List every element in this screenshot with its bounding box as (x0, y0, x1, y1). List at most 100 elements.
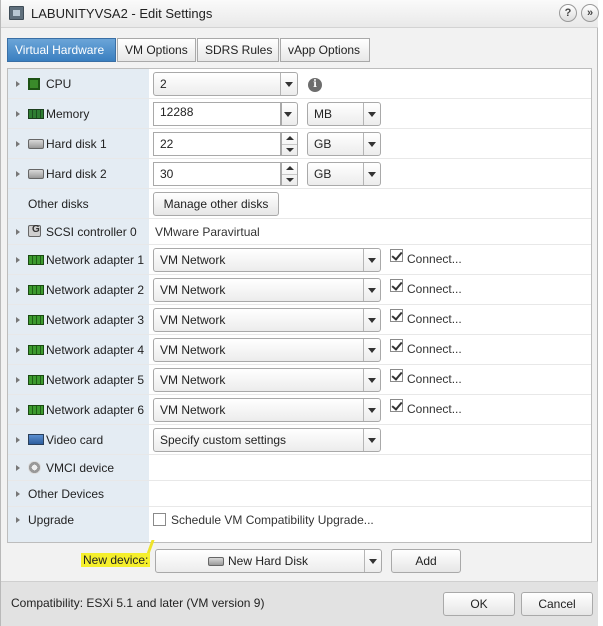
expand-arrow-icon[interactable] (16, 171, 20, 177)
video-card-row: Video card Specify custom settings (8, 425, 591, 455)
connect-checkbox[interactable] (390, 369, 403, 382)
chevron-down-icon (363, 369, 380, 391)
expand-arrow-icon[interactable] (16, 407, 20, 413)
network-adapter-label: Network adapter 6 (46, 403, 145, 417)
expand-arrow-icon[interactable] (16, 347, 20, 353)
expand-arrow-icon[interactable] (16, 229, 20, 235)
hard-disk-1-unit-select[interactable]: GB (307, 132, 381, 156)
hard-disk-1-stepper[interactable] (281, 132, 298, 156)
connect-label: Connect... (407, 312, 462, 326)
connect-checkbox[interactable] (390, 399, 403, 412)
expand-button[interactable]: » (581, 4, 599, 22)
cancel-button[interactable]: Cancel (521, 592, 593, 616)
network-adapter-label: Network adapter 1 (46, 253, 145, 267)
expand-arrow-icon[interactable] (16, 81, 20, 87)
video-card-label: Video card (46, 433, 104, 447)
cpu-row: CPU 2 i (8, 69, 591, 99)
expand-arrow-icon[interactable] (16, 517, 20, 523)
expand-arrow-icon[interactable] (16, 437, 20, 443)
memory-input[interactable]: 12288 (153, 102, 281, 126)
upgrade-row: Upgrade Schedule VM Compatibility Upgrad… (8, 507, 591, 533)
memory-unit-select[interactable]: MB (307, 102, 381, 126)
spin-down-icon[interactable] (286, 148, 294, 152)
vm-icon (9, 6, 24, 20)
expand-arrow-icon[interactable] (16, 317, 20, 323)
cpu-label: CPU (46, 77, 72, 91)
video-card-select[interactable]: Specify custom settings (153, 428, 381, 452)
connect-label: Connect... (407, 282, 462, 296)
tab-virtual-hardware[interactable]: Virtual Hardware (7, 38, 116, 62)
help-button[interactable]: ? (559, 4, 577, 22)
spin-up-icon[interactable] (286, 166, 294, 170)
chevron-down-icon (280, 103, 297, 125)
expand-arrow-icon[interactable] (16, 377, 20, 383)
network-select[interactable]: VM Network (153, 248, 381, 272)
upgrade-label: Upgrade (28, 513, 75, 527)
schedule-upgrade-checkbox[interactable] (153, 513, 166, 526)
scsi-controller-label: SCSI controller 0 (46, 225, 137, 239)
chevron-down-icon (363, 279, 380, 301)
chevron-down-icon (363, 399, 380, 421)
tab-sdrs-rules[interactable]: SDRS Rules (197, 38, 279, 62)
hard-disk-2-unit-select[interactable]: GB (307, 162, 381, 186)
schedule-upgrade-label: Schedule VM Compatibility Upgrade... (171, 513, 374, 527)
connect-checkbox[interactable] (390, 249, 403, 262)
hard-disk-icon (28, 169, 44, 179)
connect-label: Connect... (407, 402, 462, 416)
chevron-down-icon (363, 133, 380, 155)
expand-arrow-icon[interactable] (16, 111, 20, 117)
hard-disk-2-stepper[interactable] (281, 162, 298, 186)
tab-vapp-options[interactable]: vApp Options (280, 38, 370, 62)
chevron-down-icon (363, 309, 380, 331)
network-adapter-icon (28, 285, 44, 295)
spin-down-icon[interactable] (286, 178, 294, 182)
spin-up-icon[interactable] (286, 136, 294, 140)
network-select[interactable]: VM Network (153, 338, 381, 362)
memory-row: Memory 12288 MB (8, 99, 591, 129)
network-adapter-label: Network adapter 5 (46, 373, 145, 387)
expand-arrow-icon[interactable] (16, 257, 20, 263)
hard-disk-icon (208, 557, 224, 566)
memory-dropdown[interactable] (281, 102, 298, 126)
network-adapter-icon (28, 255, 44, 265)
scsi-controller-value: VMware Paravirtual (155, 225, 260, 239)
cpu-select[interactable]: 2 (153, 72, 298, 96)
tab-vm-options[interactable]: VM Options (117, 38, 196, 62)
network-adapter-icon (28, 315, 44, 325)
network-select[interactable]: VM Network (153, 278, 381, 302)
expand-arrow-icon[interactable] (16, 491, 20, 497)
other-devices-row: Other Devices (8, 481, 591, 507)
connect-label: Connect... (407, 342, 462, 356)
hard-disk-2-size-input[interactable]: 30 (153, 162, 281, 186)
network-select[interactable]: VM Network (153, 308, 381, 332)
chevron-down-icon (363, 163, 380, 185)
other-devices-label: Other Devices (28, 487, 105, 501)
connect-checkbox[interactable] (390, 339, 403, 352)
hard-disk-1-size-input[interactable]: 22 (153, 132, 281, 156)
hard-disk-2-label: Hard disk 2 (46, 167, 107, 181)
hard-disk-1-row: Hard disk 1 22 GB (8, 129, 591, 159)
expand-arrow-icon[interactable] (16, 141, 20, 147)
add-device-button[interactable]: Add (391, 549, 461, 573)
vmci-device-label: VMCI device (46, 461, 115, 475)
network-adapter-row: Network adapter 4 VM Network Connect... (8, 335, 591, 365)
connect-checkbox[interactable] (390, 309, 403, 322)
network-select[interactable]: VM Network (153, 368, 381, 392)
chevron-down-icon (363, 339, 380, 361)
new-device-select[interactable]: New Hard Disk (155, 549, 382, 573)
chevron-down-icon (280, 73, 297, 95)
manage-other-disks-button[interactable]: Manage other disks (153, 192, 279, 216)
gear-icon (28, 461, 41, 474)
connect-checkbox[interactable] (390, 279, 403, 292)
info-icon[interactable]: i (308, 78, 322, 92)
ok-button[interactable]: OK (443, 592, 515, 616)
network-adapter-label: Network adapter 3 (46, 313, 145, 327)
network-adapter-label: Network adapter 2 (46, 283, 145, 297)
title-bar[interactable]: LABUNITYVSA2 - Edit Settings ? » (1, 0, 599, 28)
expand-arrow-icon[interactable] (16, 465, 20, 471)
chevron-down-icon (363, 249, 380, 271)
window-title: LABUNITYVSA2 - Edit Settings (31, 6, 213, 21)
monitor-icon (28, 434, 44, 445)
expand-arrow-icon[interactable] (16, 287, 20, 293)
network-select[interactable]: VM Network (153, 398, 381, 422)
